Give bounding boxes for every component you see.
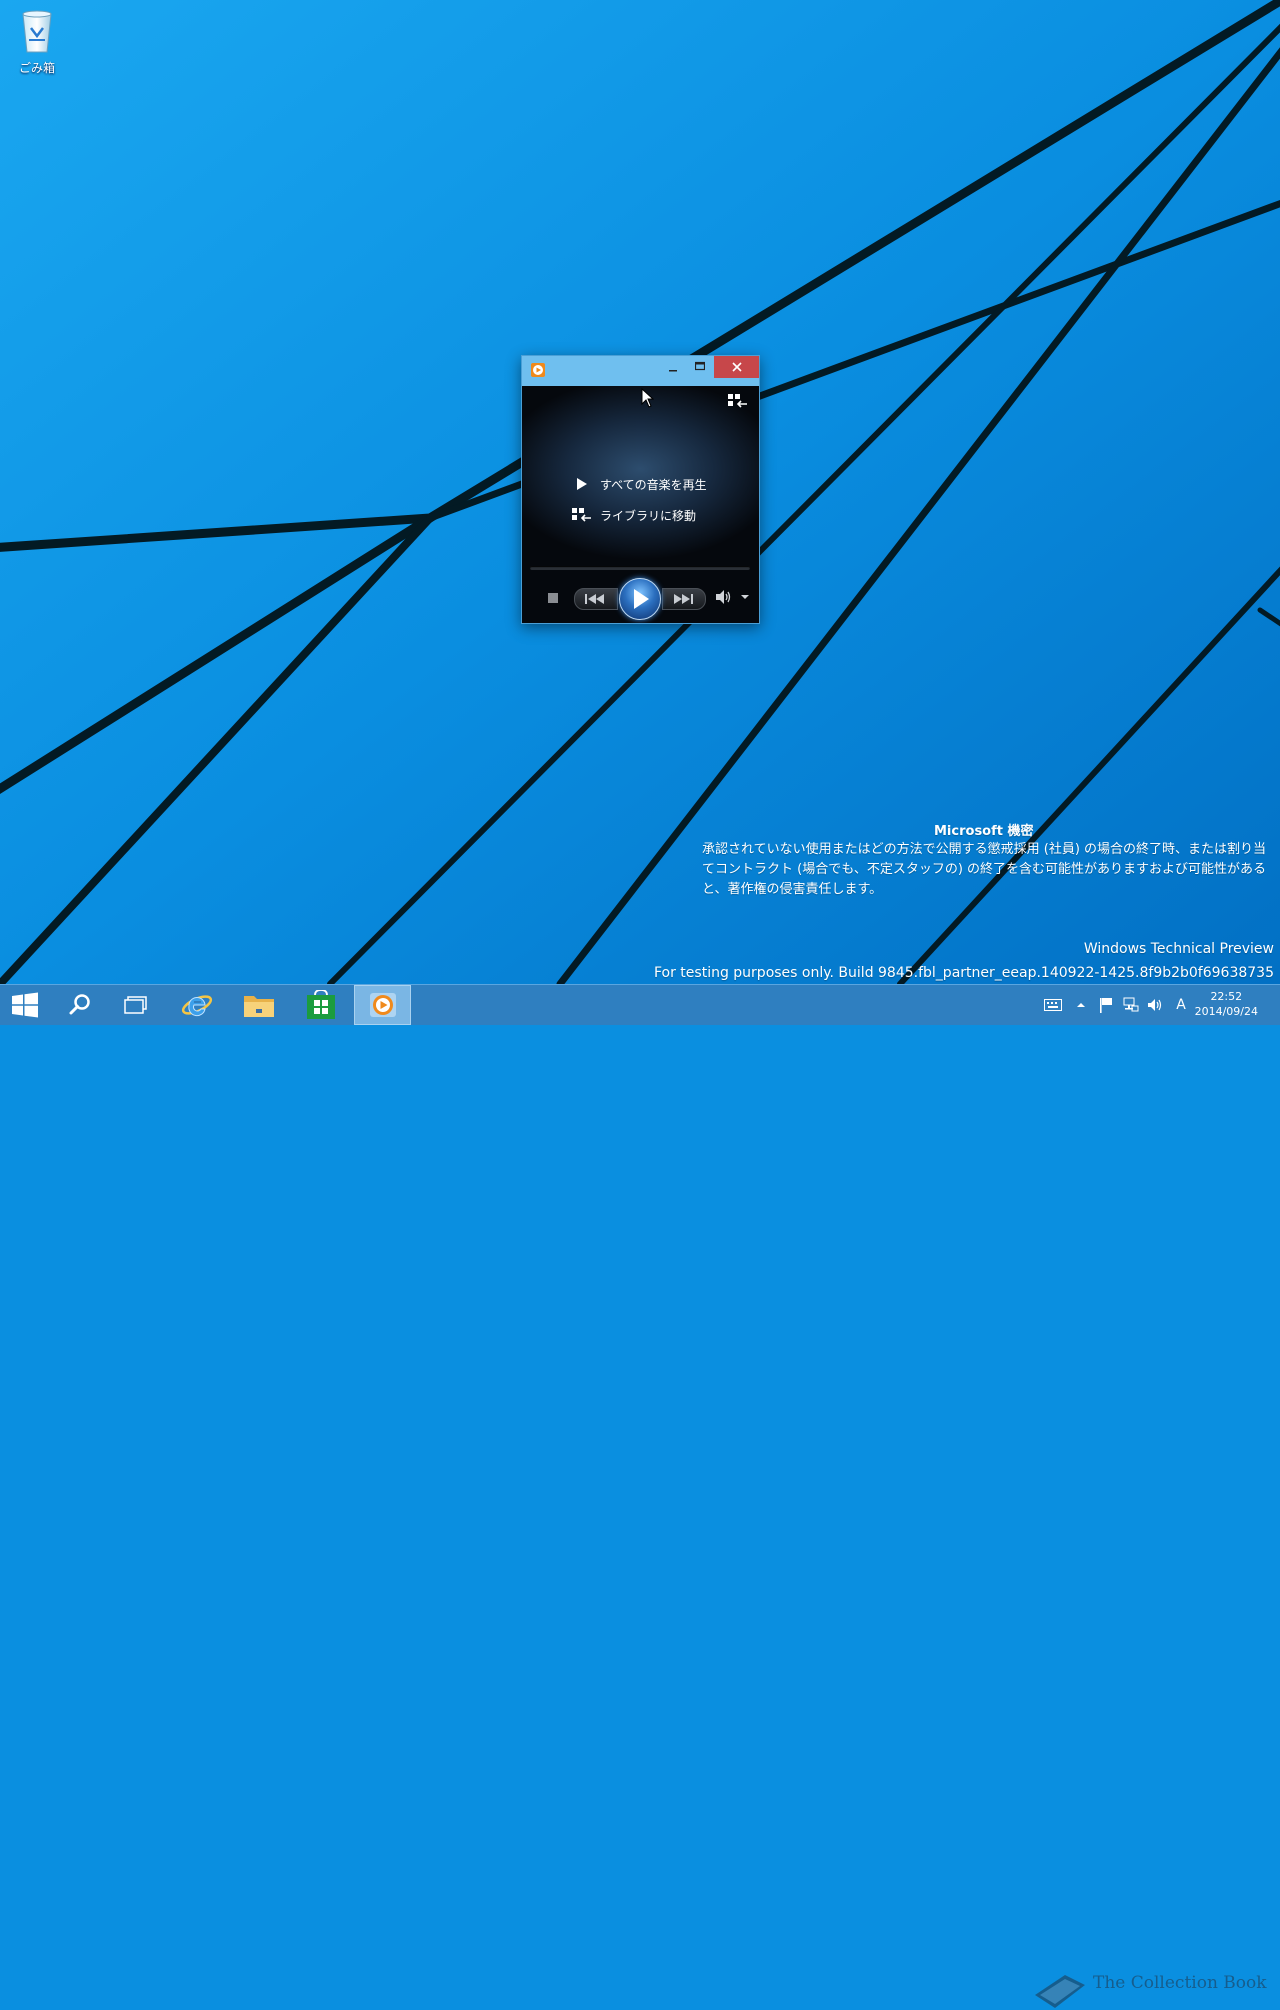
volume-dropdown-icon[interactable] bbox=[740, 592, 750, 602]
search-icon bbox=[69, 994, 90, 1015]
library-icon bbox=[572, 508, 591, 522]
action-center-button[interactable] bbox=[1098, 985, 1114, 1025]
clock-time: 22:52 bbox=[1210, 990, 1243, 1003]
media-player-taskbar-button[interactable] bbox=[354, 985, 411, 1025]
mouse-cursor-icon bbox=[641, 388, 654, 408]
task-view-icon bbox=[124, 996, 147, 1014]
confidential-notice: 承認されていない使用またはどの方法で公開する懲戒採用 (社員) の場合の終了時、… bbox=[702, 842, 1267, 897]
minimize-button[interactable] bbox=[665, 356, 681, 378]
play-icon bbox=[634, 589, 649, 609]
recycle-bin-label: ごみ箱 bbox=[18, 61, 55, 75]
clock-date: 2014/09/24 bbox=[1194, 1005, 1258, 1018]
keyboard-icon bbox=[1044, 999, 1062, 1011]
file-explorer-button[interactable] bbox=[236, 985, 282, 1025]
volume-icon[interactable] bbox=[714, 588, 732, 606]
confidential-title: Microsoft 機密 bbox=[934, 824, 1034, 839]
seek-bar[interactable] bbox=[530, 566, 750, 570]
stop-button[interactable] bbox=[548, 593, 558, 603]
switch-to-library-icon[interactable] bbox=[728, 394, 748, 410]
windows-logo-icon bbox=[12, 992, 38, 1018]
recycle-bin[interactable]: ごみ箱 bbox=[14, 6, 60, 76]
close-button[interactable] bbox=[714, 356, 759, 378]
input-method-indicator[interactable]: A bbox=[1172, 985, 1190, 1025]
maximize-button[interactable] bbox=[692, 356, 708, 378]
store-button[interactable] bbox=[298, 985, 344, 1025]
play-button[interactable] bbox=[619, 578, 661, 620]
next-button[interactable] bbox=[662, 588, 706, 610]
recycle-bin-icon bbox=[22, 10, 52, 53]
chevron-up-icon bbox=[1077, 1003, 1085, 1007]
task-view-button[interactable] bbox=[114, 985, 158, 1025]
play-icon bbox=[577, 478, 587, 490]
site-watermark-text: The Collection Book bbox=[1093, 1973, 1267, 1993]
flag-icon bbox=[1100, 998, 1112, 1013]
touch-keyboard-button[interactable] bbox=[1042, 985, 1064, 1025]
media-player-app-icon bbox=[531, 363, 545, 377]
internet-explorer-button[interactable] bbox=[174, 985, 220, 1025]
site-watermark-logo bbox=[1035, 1975, 1085, 2008]
volume-button[interactable] bbox=[1146, 985, 1164, 1025]
go-to-library-link[interactable]: ライブラリに移動 bbox=[572, 505, 696, 525]
title-bar[interactable] bbox=[522, 356, 759, 386]
maximize-icon bbox=[694, 361, 706, 371]
previous-button[interactable] bbox=[574, 588, 618, 610]
media-player-icon bbox=[369, 993, 396, 1017]
internet-explorer-icon bbox=[181, 995, 213, 1017]
network-icon bbox=[1123, 997, 1139, 1012]
play-all-music-link[interactable]: すべての音楽を再生 bbox=[572, 474, 707, 494]
previous-icon bbox=[585, 594, 604, 604]
minimize-icon bbox=[669, 370, 677, 372]
show-hidden-icons-button[interactable] bbox=[1074, 985, 1088, 1025]
build-edition: Windows Technical Preview bbox=[1083, 941, 1274, 957]
close-icon bbox=[731, 362, 742, 372]
go-to-library-label: ライブラリに移動 bbox=[600, 508, 697, 523]
network-button[interactable] bbox=[1122, 985, 1140, 1025]
now-playing-area: すべての音楽を再生 ライブラリに移動 bbox=[522, 386, 759, 623]
speaker-icon bbox=[1148, 999, 1162, 1011]
taskbar: The Collection Book A 22:52 2014/09/24 bbox=[0, 984, 1280, 2008]
build-string: For testing purposes only. Build 9845.fb… bbox=[653, 965, 1274, 981]
playback-controls bbox=[522, 576, 759, 620]
start-button[interactable] bbox=[0, 985, 50, 1025]
store-icon bbox=[307, 990, 335, 1019]
next-icon bbox=[674, 594, 693, 604]
play-all-label: すべての音楽を再生 bbox=[600, 477, 707, 492]
clock[interactable]: 22:52 2014/09/24 bbox=[1195, 989, 1258, 1019]
search-button[interactable] bbox=[58, 985, 102, 1025]
desktop[interactable]: ごみ箱 すべての音楽を再生 ライブラリに移動 Microsoft 機密 承認され… bbox=[0, 0, 1280, 984]
folder-icon bbox=[244, 996, 274, 1017]
